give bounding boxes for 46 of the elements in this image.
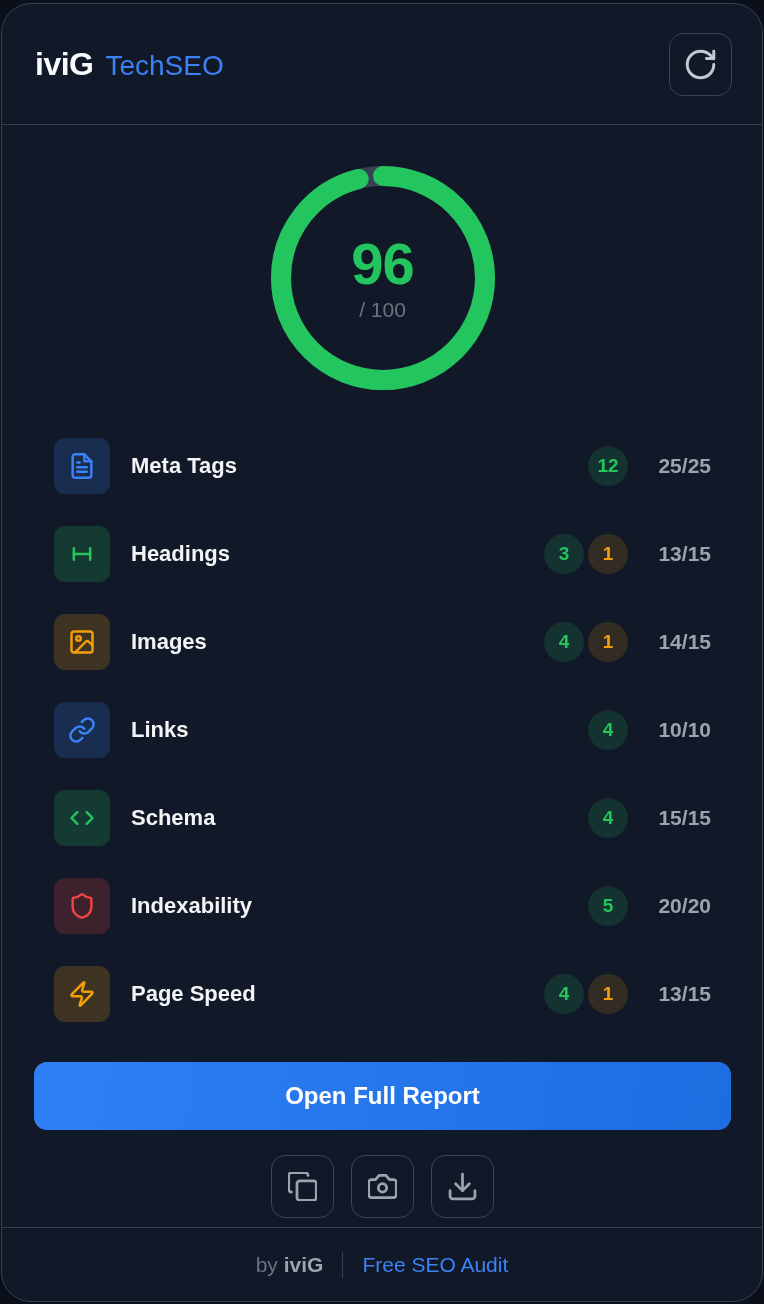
copy-icon — [288, 1172, 317, 1201]
logo-text: iviG — [35, 45, 94, 83]
category-name: Links — [131, 717, 190, 743]
category-score: 13/15 — [657, 542, 711, 566]
lightning-icon — [54, 966, 110, 1022]
score-max: / 100 — [359, 297, 406, 323]
shield-icon — [54, 878, 110, 934]
passed-count: 4 — [588, 710, 628, 750]
category-score: 15/15 — [657, 806, 711, 830]
category-score: 13/15 — [657, 982, 711, 1006]
warning-count: 1 — [588, 534, 628, 574]
warning-count: 1 — [588, 622, 628, 662]
refresh-button[interactable] — [669, 32, 732, 96]
warning-count: 1 — [588, 974, 628, 1014]
category-score: 14/15 — [657, 630, 711, 654]
category-name: Indexability — [131, 893, 254, 919]
category-name: Headings — [131, 541, 232, 567]
audit-link[interactable]: Free SEO Audit — [362, 1253, 509, 1277]
link-icon — [54, 702, 110, 758]
copy-button[interactable] — [271, 1155, 334, 1218]
passed-count: 4 — [588, 798, 628, 838]
category-score: 10/10 — [657, 718, 711, 742]
passed-count: 4 — [544, 622, 584, 662]
category-score: 20/20 — [657, 894, 711, 918]
download-icon — [448, 1172, 477, 1201]
score-value: 96 — [351, 233, 414, 295]
passed-count: 5 — [588, 886, 628, 926]
passed-count: 4 — [544, 974, 584, 1014]
category-score: 25/25 — [657, 454, 711, 478]
camera-icon — [368, 1172, 397, 1201]
product-name: TechSEO — [105, 49, 224, 82]
passed-count: 3 — [544, 534, 584, 574]
category-name: Meta Tags — [131, 453, 238, 479]
category-name: Images — [131, 629, 208, 655]
document-icon — [54, 438, 110, 494]
screenshot-button[interactable] — [351, 1155, 414, 1218]
category-name: Page Speed — [131, 981, 257, 1007]
credit-text: by iviG — [255, 1253, 324, 1277]
passed-count: 12 — [588, 446, 628, 486]
code-icon — [54, 790, 110, 846]
refresh-icon — [685, 48, 716, 80]
open-report-button[interactable]: Open Full Report — [34, 1062, 731, 1130]
download-button[interactable] — [431, 1155, 494, 1218]
image-icon — [54, 614, 110, 670]
heading-icon — [54, 526, 110, 582]
category-name: Schema — [131, 805, 217, 831]
